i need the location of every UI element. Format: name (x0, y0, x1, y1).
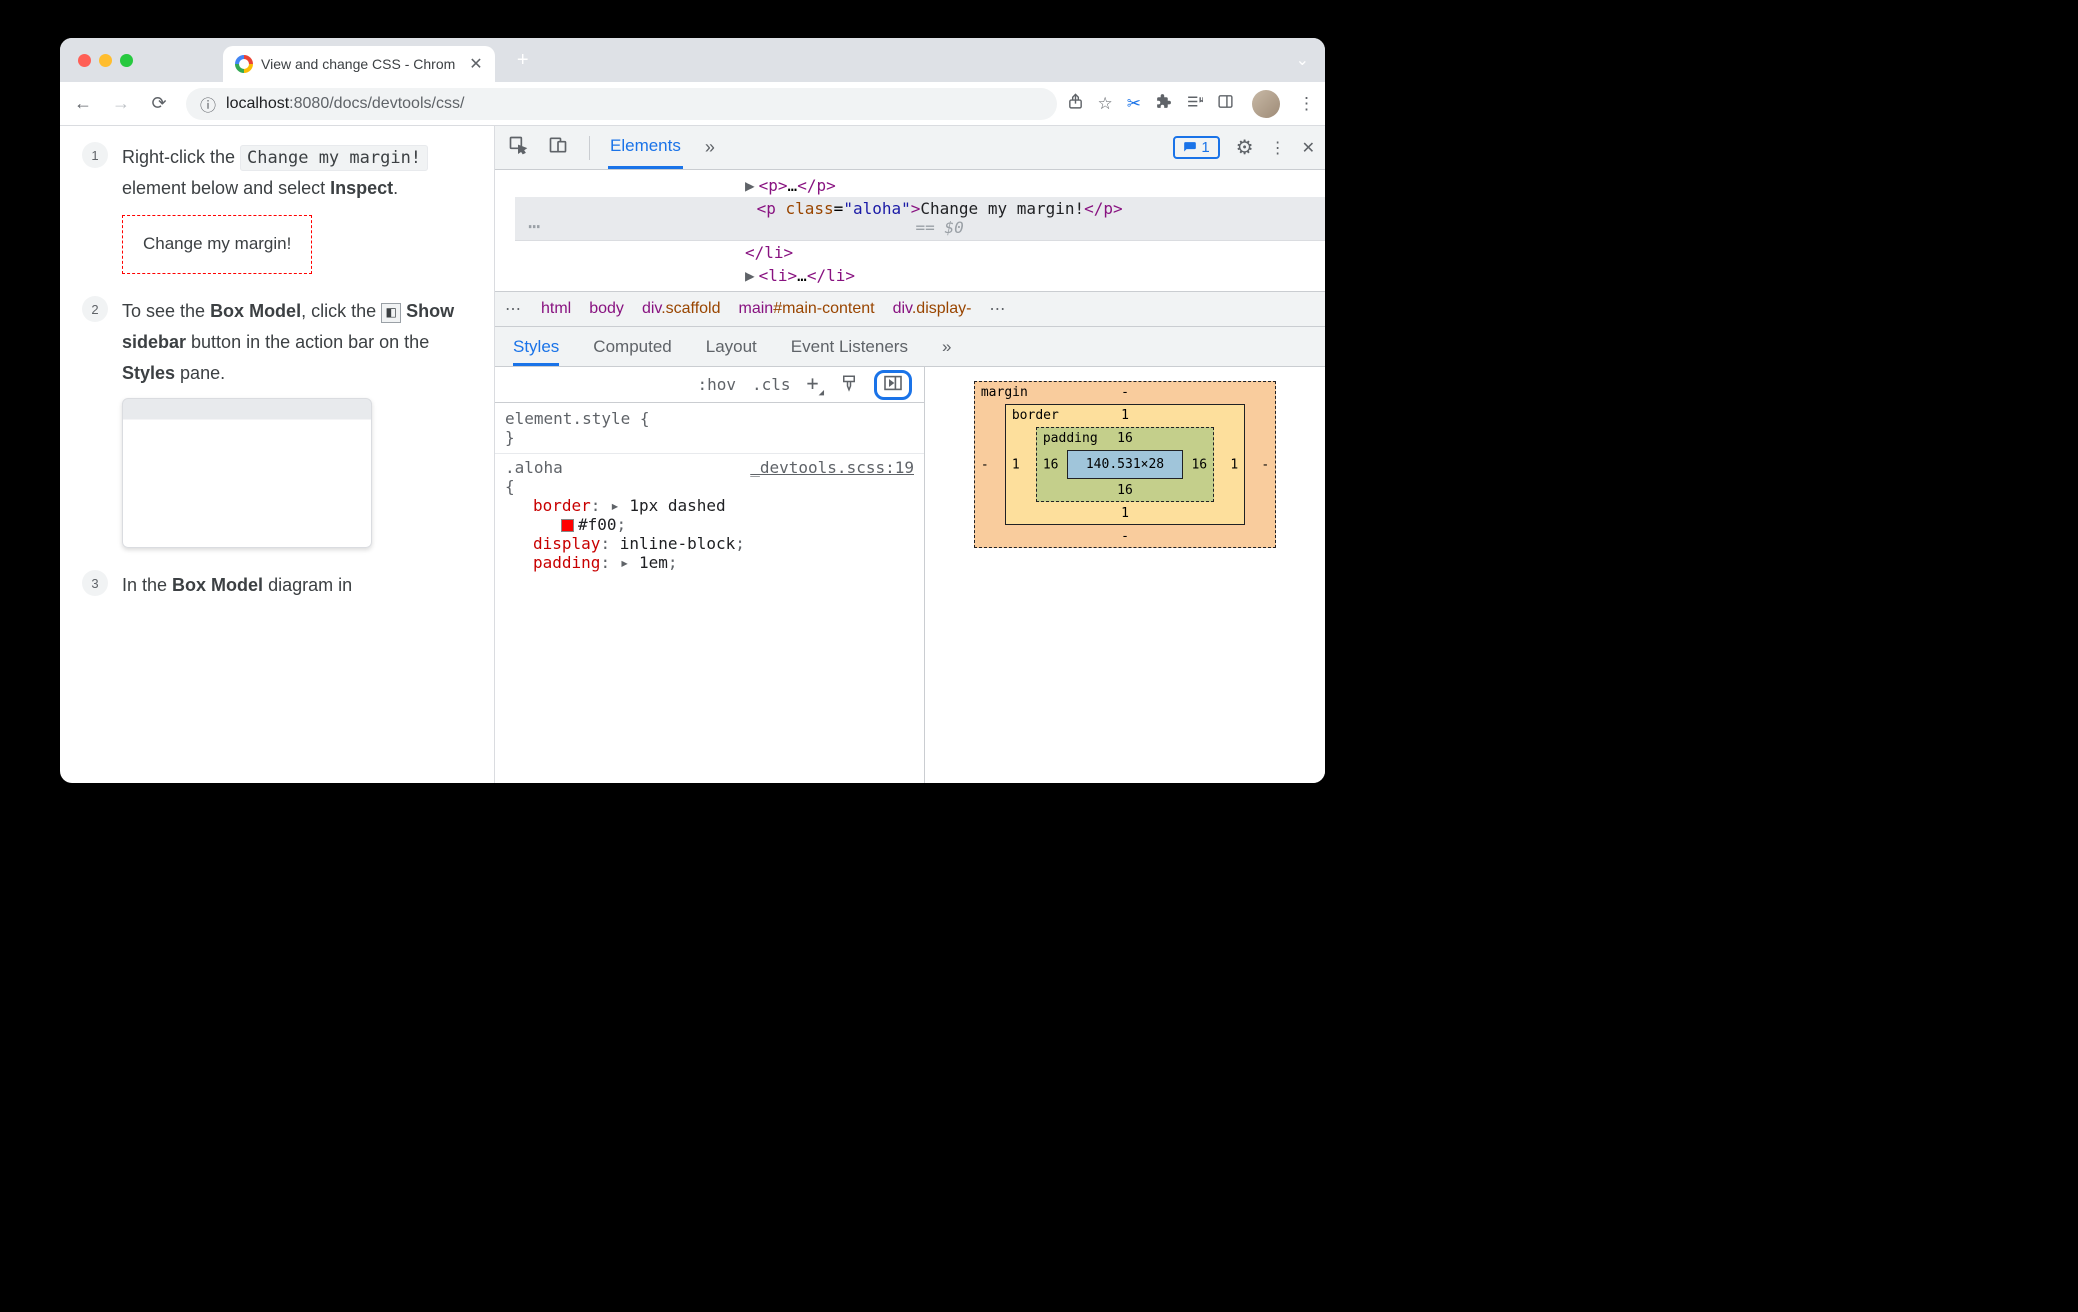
tabs-dropdown-icon[interactable]: ⌄ (1296, 50, 1309, 70)
breadcrumb-item[interactable]: div.display- (893, 300, 972, 318)
step-number: 2 (82, 296, 108, 322)
more-tabs-icon[interactable]: » (697, 137, 723, 158)
devtools-panel: Elements » 1 ⚙ ⋮ ✕ ▶<p>…</p> ⋯ <p class=… (495, 126, 1325, 783)
devtools-menu-icon[interactable]: ⋮ (1270, 138, 1286, 158)
subtab-layout[interactable]: Layout (706, 337, 757, 357)
breadcrumb-item[interactable]: html (541, 300, 571, 318)
inspect-element-icon[interactable] (505, 135, 531, 160)
dom-node-actions-icon[interactable]: ⋯ (515, 214, 555, 238)
dom-breadcrumb[interactable]: ⋯ html body div.scaffold main#main-conte… (495, 291, 1325, 327)
hover-toggle[interactable]: :hov (697, 375, 736, 394)
show-sidebar-inline-icon: ◧ (381, 303, 401, 323)
site-info-icon[interactable]: ⓘ (200, 92, 216, 116)
address-input[interactable]: ⓘ localhost:8080/docs/devtools/css/ (186, 88, 1057, 120)
close-devtools-icon[interactable]: ✕ (1302, 138, 1315, 158)
subtab-computed[interactable]: Computed (593, 337, 671, 357)
page-content: 1 Right-click the Change my margin! elem… (60, 126, 495, 783)
selected-dom-node[interactable]: ⋯ <p class="aloha">Change my margin!</p>… (515, 197, 1325, 241)
show-sidebar-button[interactable] (874, 370, 912, 400)
issues-button[interactable]: 1 (1173, 136, 1219, 159)
box-model-diagram[interactable]: margin - - - - border 1 1 1 1 padding (925, 367, 1325, 783)
box-model-content[interactable]: 140.531×28 (1067, 450, 1183, 479)
paint-brush-icon[interactable] (840, 374, 858, 396)
subtab-styles[interactable]: Styles (513, 337, 559, 366)
styles-subtabs: Styles Computed Layout Event Listeners » (495, 327, 1325, 367)
styles-pane[interactable]: element.style { } .aloha_devtools.scss:1… (495, 403, 924, 578)
close-tab-icon[interactable]: ✕ (469, 54, 482, 74)
profile-avatar[interactable] (1252, 90, 1280, 118)
tab-title: View and change CSS - Chrom (261, 56, 455, 72)
minimize-window-button[interactable] (99, 54, 112, 67)
step-number: 3 (82, 570, 108, 596)
address-toolbar: ← → ⟳ ⓘ localhost:8080/docs/devtools/css… (60, 82, 1325, 126)
dom-tree[interactable]: ▶<p>…</p> ⋯ <p class="aloha">Change my m… (495, 170, 1325, 291)
breadcrumb-item[interactable]: body (589, 300, 624, 318)
new-tab-button[interactable]: + (509, 46, 537, 74)
more-subtabs-icon[interactable]: » (942, 337, 951, 357)
breadcrumb-overflow-left-icon[interactable]: ⋯ (505, 299, 523, 319)
demo-element[interactable]: Change my margin! (122, 215, 312, 274)
subtab-event-listeners[interactable]: Event Listeners (791, 337, 908, 357)
bookmark-star-icon[interactable]: ☆ (1098, 94, 1113, 114)
device-toolbar-icon[interactable] (545, 135, 571, 160)
scissors-icon[interactable]: ✂ (1127, 94, 1141, 114)
forward-button[interactable]: → (104, 87, 138, 121)
class-toggle[interactable]: .cls (752, 375, 791, 394)
back-button[interactable]: ← (66, 87, 100, 121)
screenshot-thumbnail (122, 398, 372, 548)
color-swatch[interactable] (561, 519, 574, 532)
tab-elements[interactable]: Elements (608, 126, 683, 169)
close-window-button[interactable] (78, 54, 91, 67)
maximize-window-button[interactable] (120, 54, 133, 67)
extensions-icon[interactable] (1155, 93, 1172, 115)
settings-gear-icon[interactable]: ⚙ (1236, 135, 1254, 160)
breadcrumb-item[interactable]: main#main-content (739, 300, 875, 318)
chrome-favicon (235, 55, 253, 73)
share-icon[interactable] (1067, 93, 1084, 115)
source-link[interactable]: _devtools.scss:19 (750, 458, 914, 477)
step-number: 1 (82, 142, 108, 168)
chrome-menu-icon[interactable]: ⋮ (1298, 94, 1315, 114)
browser-tab[interactable]: View and change CSS - Chrom ✕ (223, 46, 495, 82)
breadcrumb-overflow-right-icon[interactable]: ⋯ (989, 299, 1007, 319)
window-traffic-lights (78, 54, 133, 67)
breadcrumb-item[interactable]: div.scaffold (642, 300, 721, 318)
step-text: Right-click the Change my margin! elemen… (122, 142, 472, 274)
side-panel-icon[interactable] (1217, 93, 1234, 115)
devtools-tab-bar: Elements » 1 ⚙ ⋮ ✕ (495, 126, 1325, 170)
step-text: In the Box Model diagram in (122, 570, 352, 601)
reload-button[interactable]: ⟳ (142, 87, 176, 121)
tab-bar: View and change CSS - Chrom ✕ + ⌄ (60, 38, 1325, 82)
step-text: To see the Box Model, click the ◧ Show s… (122, 296, 472, 548)
reading-list-icon[interactable] (1186, 93, 1203, 115)
new-style-rule-icon[interactable]: +◢ (807, 371, 824, 398)
styles-actionbar: :hov .cls +◢ (495, 367, 924, 403)
